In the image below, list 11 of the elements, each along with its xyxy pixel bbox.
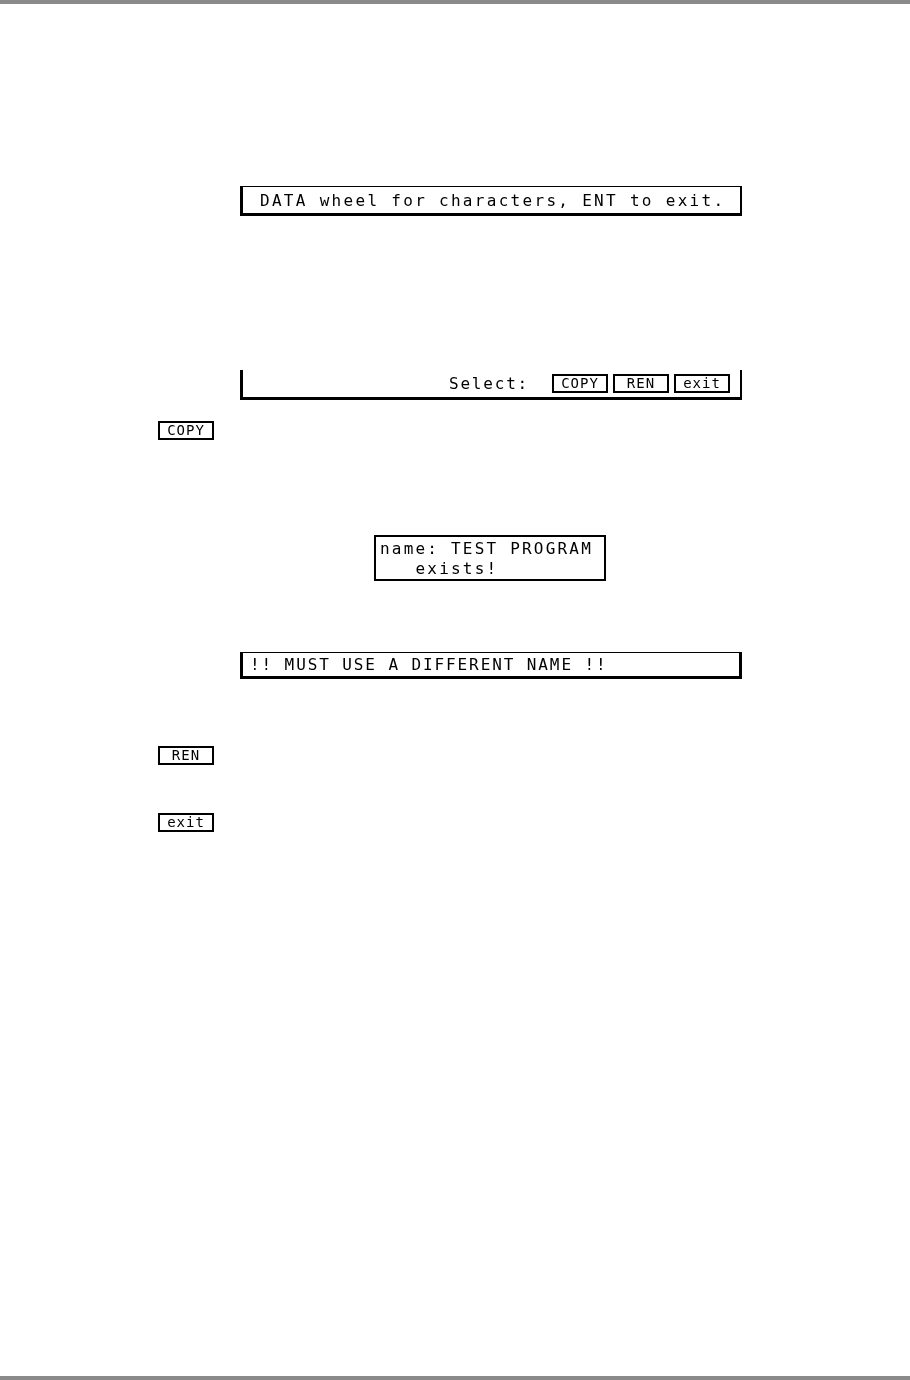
softkey-label: exit	[674, 374, 730, 393]
lcd-message: DATA wheel for characters, ENT to exit.	[240, 186, 742, 216]
softkey-label: REN	[158, 746, 214, 765]
softkey-label: COPY	[552, 374, 608, 393]
dialog-line: name: TEST PROGRAM	[380, 539, 594, 559]
lcd-message: !! MUST USE A DIFFERENT NAME !!	[240, 652, 742, 679]
select-prompt: Select:	[448, 374, 529, 393]
softkey-label: COPY	[158, 421, 214, 440]
softkey-label: exit	[158, 813, 214, 832]
softkey-label: REN	[613, 374, 669, 393]
dialog-line: exists!	[414, 559, 500, 579]
